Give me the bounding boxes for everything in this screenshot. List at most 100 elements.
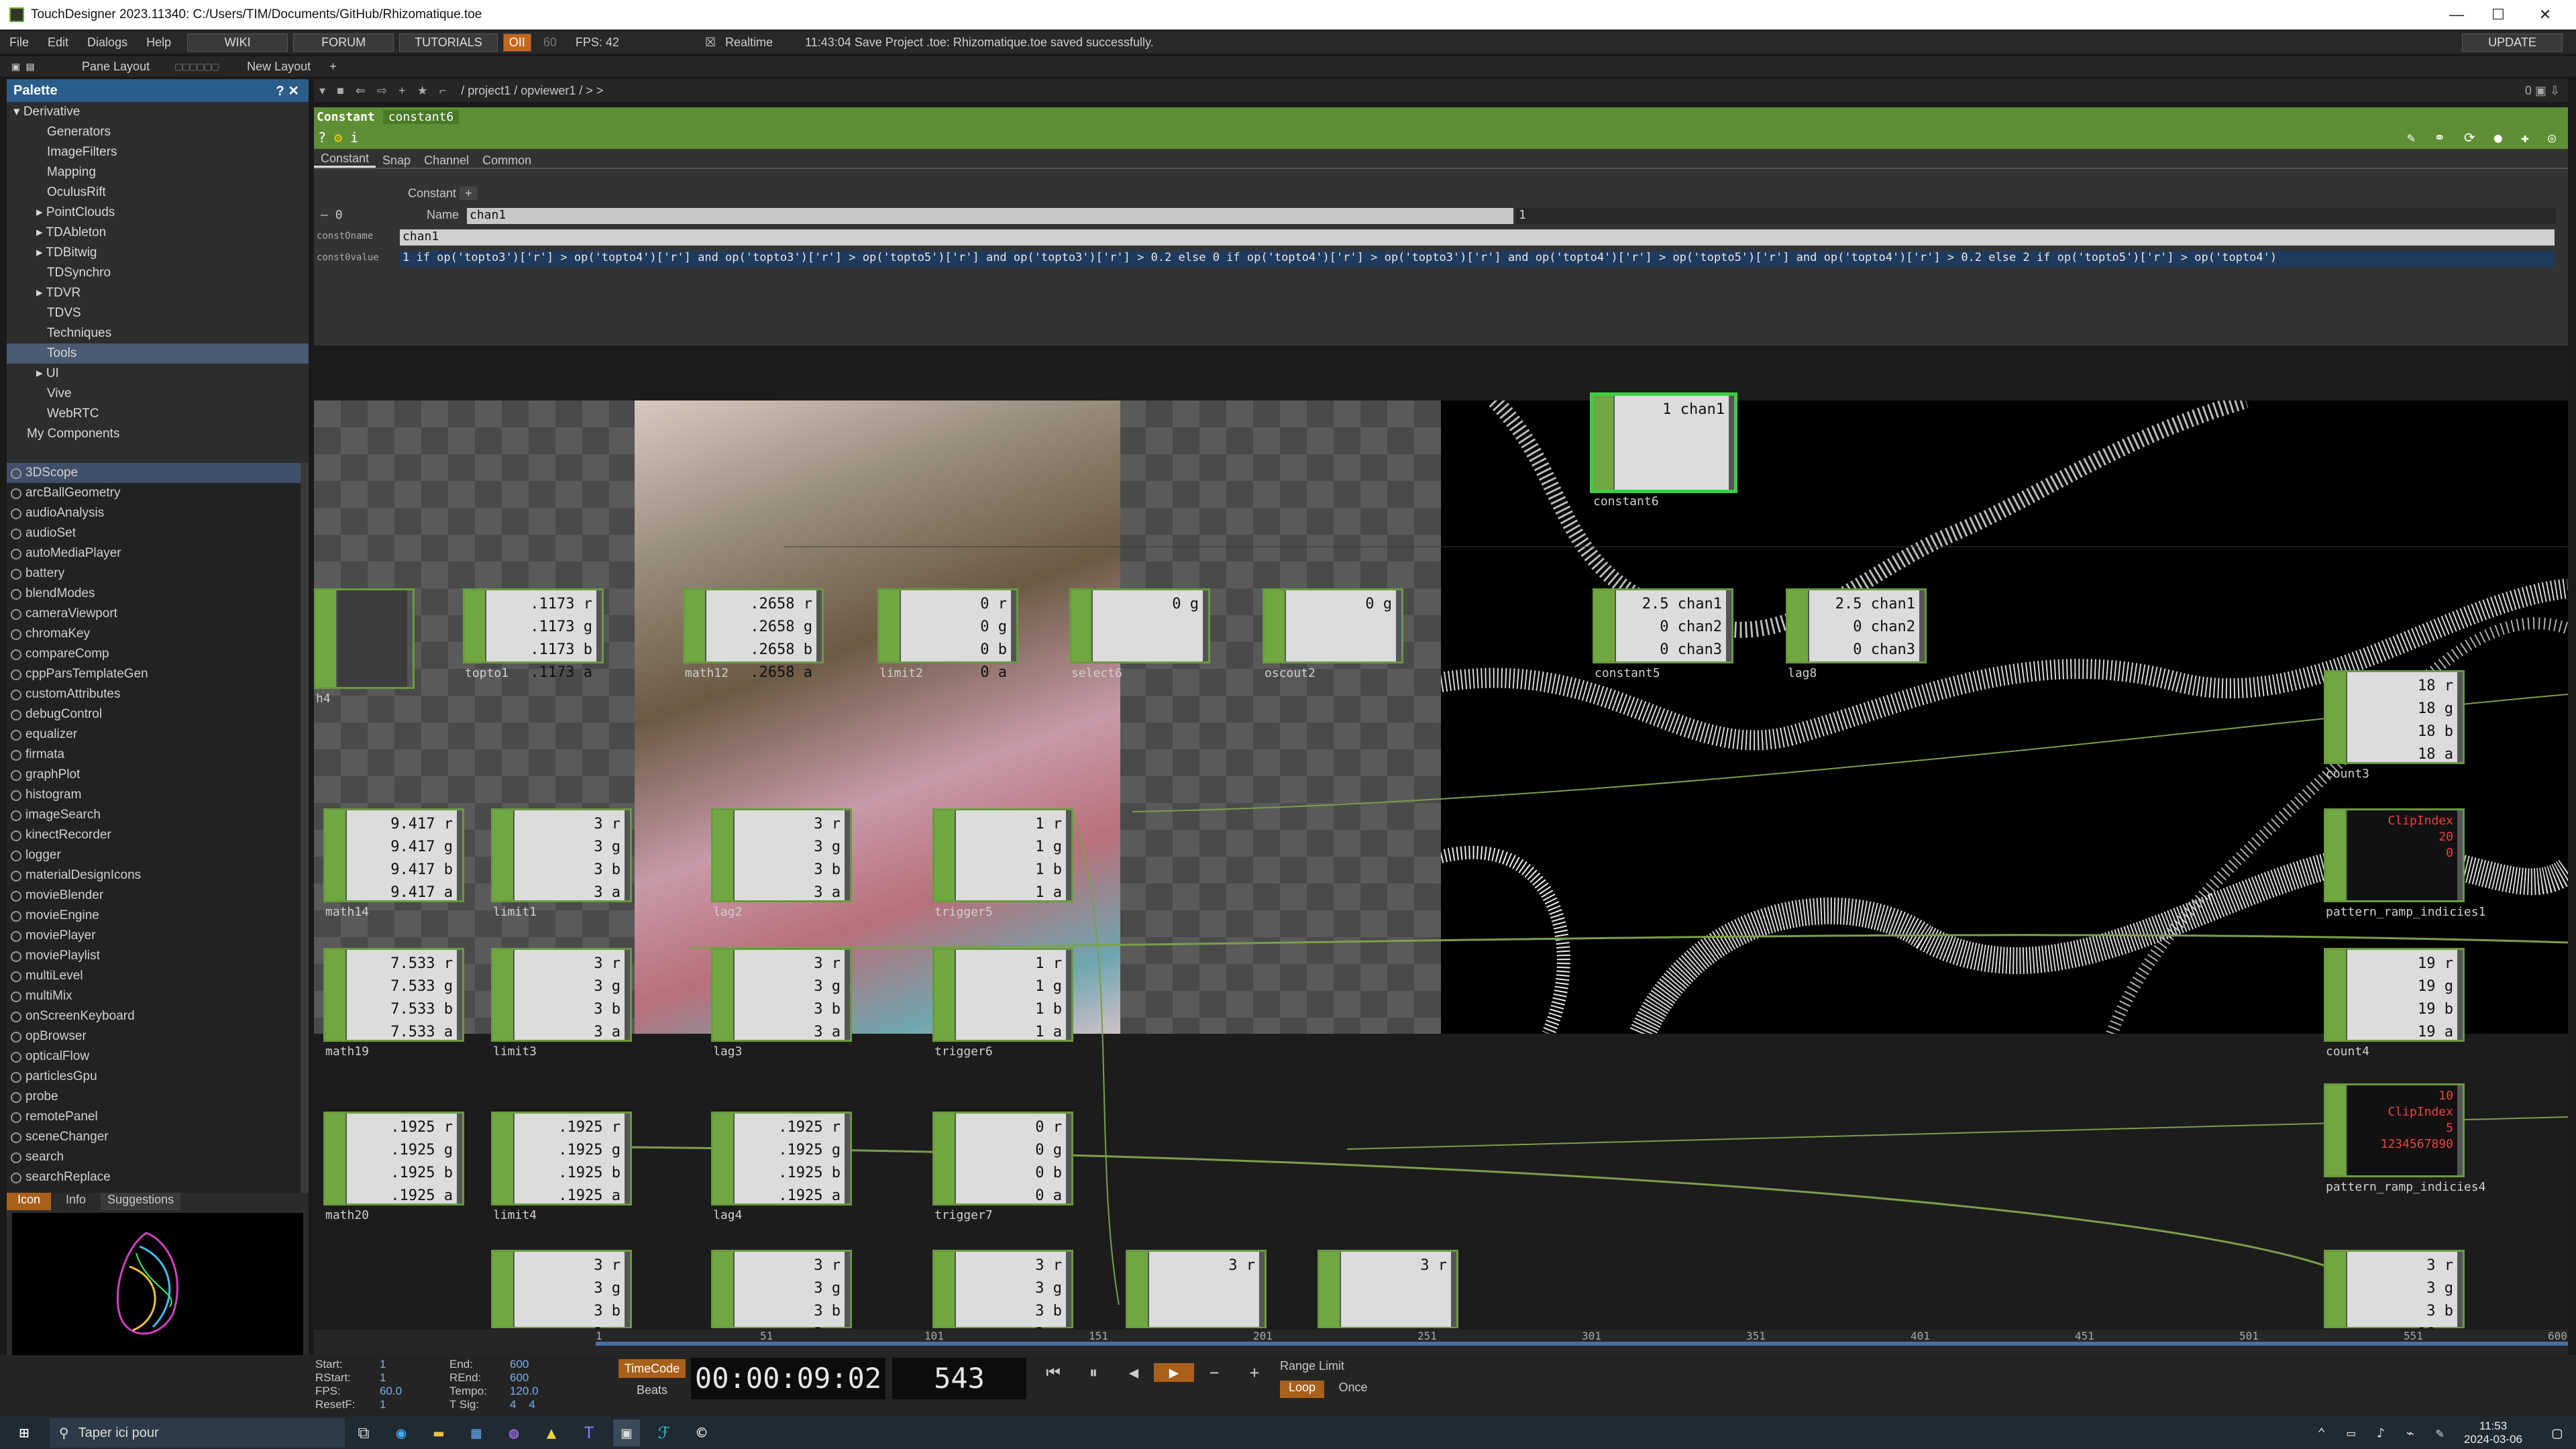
- oii-button[interactable]: OII: [502, 33, 531, 52]
- name-field[interactable]: chan1: [467, 208, 1513, 224]
- node-constant5[interactable]: 2.5 chan1 0 chan2 0 chan3 constant5: [1593, 588, 1733, 680]
- node-flags[interactable]: [2326, 950, 2346, 1040]
- tree-item[interactable]: My Components: [7, 424, 309, 444]
- node-flags[interactable]: [1788, 590, 1808, 661]
- clock[interactable]: 11:53 2024-03-06: [2464, 1419, 2522, 1446]
- beats-toggle[interactable]: Beats: [619, 1381, 686, 1399]
- node-label[interactable]: lag4: [713, 1208, 742, 1222]
- node-trigger5[interactable]: 1 r 1 g 1 b 1 a trigger5: [932, 808, 1073, 919]
- node-flags[interactable]: [934, 1114, 955, 1203]
- component-item[interactable]: imageSearch: [7, 805, 301, 825]
- component-item[interactable]: chromaKey: [7, 624, 301, 644]
- node-label[interactable]: lag3: [713, 1044, 742, 1059]
- resetf-field[interactable]: 1: [380, 1398, 386, 1411]
- tree-item[interactable]: ImageFilters: [7, 142, 309, 162]
- tree-item[interactable]: OculusRift: [7, 182, 309, 203]
- param-tools-icons[interactable]: ✎ ⚭ ⟳ ● ✚ ◎: [2407, 129, 2561, 146]
- node-flags[interactable]: [2326, 672, 2346, 762]
- component-item[interactable]: debugControl: [7, 704, 301, 724]
- node-limit2[interactable]: 0 r0 g0 b0 a limit2: [877, 588, 1018, 681]
- node-limit1[interactable]: 3 r 3 g 3 b 3 a limit1: [491, 808, 632, 919]
- node-r4[interactable]: 3 r: [1126, 1250, 1267, 1328]
- fps-field[interactable]: 60.0: [380, 1385, 402, 1398]
- node-label[interactable]: count3: [2326, 767, 2369, 781]
- close-window-button[interactable]: ✕: [2514, 0, 2576, 30]
- component-item[interactable]: histogram: [7, 785, 301, 805]
- timecode-display[interactable]: 00:00:09:02: [691, 1358, 885, 1399]
- rstart-field[interactable]: 1: [380, 1371, 386, 1385]
- menu-help[interactable]: Help: [137, 36, 180, 50]
- node-constant6[interactable]: 1 chan1 constant6: [1590, 392, 1737, 508]
- add-layout-icon[interactable]: +: [320, 60, 346, 74]
- app-icon[interactable]: ©: [688, 1419, 715, 1446]
- node-lag8[interactable]: 2.5 chan1 0 chan2 0 chan3 lag8: [1786, 588, 1927, 680]
- node-label[interactable]: limit2: [879, 666, 923, 680]
- tab-icon[interactable]: Icon: [7, 1193, 52, 1210]
- update-button[interactable]: UPDATE: [2462, 33, 2563, 52]
- node-topto1[interactable]: .1173 r .1173 g .1173 b .1173 a topto1: [463, 588, 604, 681]
- component-item[interactable]: 3DScope: [7, 463, 301, 483]
- component-item[interactable]: moviePlayer: [7, 926, 301, 946]
- component-item[interactable]: onScreenKeyboard: [7, 1006, 301, 1026]
- tutorials-button[interactable]: TUTORIALS: [399, 33, 498, 52]
- rend-field[interactable]: 600: [510, 1371, 529, 1385]
- component-item[interactable]: movieBlender: [7, 885, 301, 906]
- node-oscout2[interactable]: 0 g oscout2: [1263, 588, 1403, 680]
- node-limit3[interactable]: 3 r 3 g 3 b 3 a limit3: [491, 948, 632, 1059]
- node-label[interactable]: pattern_ramp_indicies4: [2326, 1180, 2485, 1194]
- component-item[interactable]: movieEngine: [7, 906, 301, 926]
- explorer-icon[interactable]: ▬: [425, 1419, 452, 1446]
- tree-item[interactable]: Vive: [7, 384, 309, 404]
- node-flags[interactable]: [685, 590, 705, 661]
- network-editor[interactable]: h4.1173 r .1173 g .1173 b .1173 a topto1.265…: [314, 345, 2568, 1328]
- node-flags[interactable]: [316, 590, 336, 687]
- component-item[interactable]: audioAnalysis: [7, 503, 301, 523]
- tree-item[interactable]: TDSynchro: [7, 263, 309, 283]
- wiki-button[interactable]: WIKI: [187, 33, 288, 52]
- node-label[interactable]: select6: [1071, 666, 1122, 680]
- component-item[interactable]: logger: [7, 845, 301, 865]
- edge-icon[interactable]: ◉: [388, 1419, 415, 1446]
- node-flags[interactable]: [713, 810, 733, 900]
- tsig-field[interactable]: 4 4: [510, 1398, 535, 1411]
- node-label[interactable]: oscout2: [1265, 666, 1316, 680]
- touchdesigner-icon[interactable]: ▣: [613, 1419, 640, 1446]
- node-trigger6[interactable]: 1 r 1 g 1 b 1 a trigger6: [932, 948, 1073, 1059]
- timeline-bar[interactable]: [596, 1342, 2568, 1346]
- component-item[interactable]: cameraViewport: [7, 604, 301, 624]
- node-limit4[interactable]: .1925 r .1925 g .1925 b .1925 a limit4: [491, 1112, 632, 1222]
- tree-item[interactable]: ▸ PointClouds: [7, 203, 309, 223]
- node-lag4[interactable]: .1925 r .1925 g .1925 b .1925 a lag4: [711, 1112, 852, 1222]
- menu-edit[interactable]: Edit: [38, 36, 78, 50]
- realtime-checkbox-icon[interactable]: ☒: [696, 36, 725, 50]
- component-item[interactable]: equalizer: [7, 724, 301, 745]
- component-item[interactable]: kinectRecorder: [7, 825, 301, 845]
- node-select6[interactable]: 0 g select6: [1069, 588, 1210, 680]
- node-label[interactable]: math12: [685, 666, 729, 680]
- palette-help-icon[interactable]: ? ✕: [276, 83, 299, 99]
- component-item[interactable]: battery: [7, 564, 301, 584]
- frame-display[interactable]: 543: [892, 1358, 1026, 1399]
- node-label[interactable]: limit1: [493, 905, 537, 919]
- component-item[interactable]: arcBallGeometry: [7, 483, 301, 503]
- pause-icon[interactable]: ⏸: [1073, 1363, 1114, 1382]
- tab-snap[interactable]: Snap: [376, 154, 417, 168]
- node-math12[interactable]: .2658 r .2658 g .2658 b .2658 a math12: [683, 588, 824, 681]
- node-label[interactable]: lag2: [713, 905, 742, 919]
- play-icon[interactable]: ▶: [1154, 1363, 1194, 1382]
- node-label[interactable]: limit3: [493, 1044, 537, 1059]
- node-label[interactable]: limit4: [493, 1208, 537, 1222]
- node-label[interactable]: trigger5: [934, 905, 993, 919]
- op-name-field[interactable]: constant6: [382, 109, 460, 124]
- tempo-field[interactable]: 120.0: [510, 1385, 539, 1398]
- tab-common[interactable]: Common: [476, 154, 538, 168]
- store-icon[interactable]: ▦: [463, 1419, 490, 1446]
- component-item[interactable]: remotePanel: [7, 1107, 301, 1127]
- node-flags[interactable]: [879, 590, 900, 661]
- component-item[interactable]: autoMediaPlayer: [7, 543, 301, 564]
- loop-toggle[interactable]: Loop: [1280, 1381, 1324, 1398]
- component-item[interactable]: opticalFlow: [7, 1046, 301, 1067]
- taskbar-search[interactable]: ⚲ Taper ici pour: [50, 1418, 345, 1448]
- constvalue-expression-field[interactable]: 1 if op('topto3')['r'] > op('topto4')['r…: [400, 251, 2555, 267]
- node-r6[interactable]: 3 r 3 g 3 b 10 a: [2324, 1250, 2465, 1328]
